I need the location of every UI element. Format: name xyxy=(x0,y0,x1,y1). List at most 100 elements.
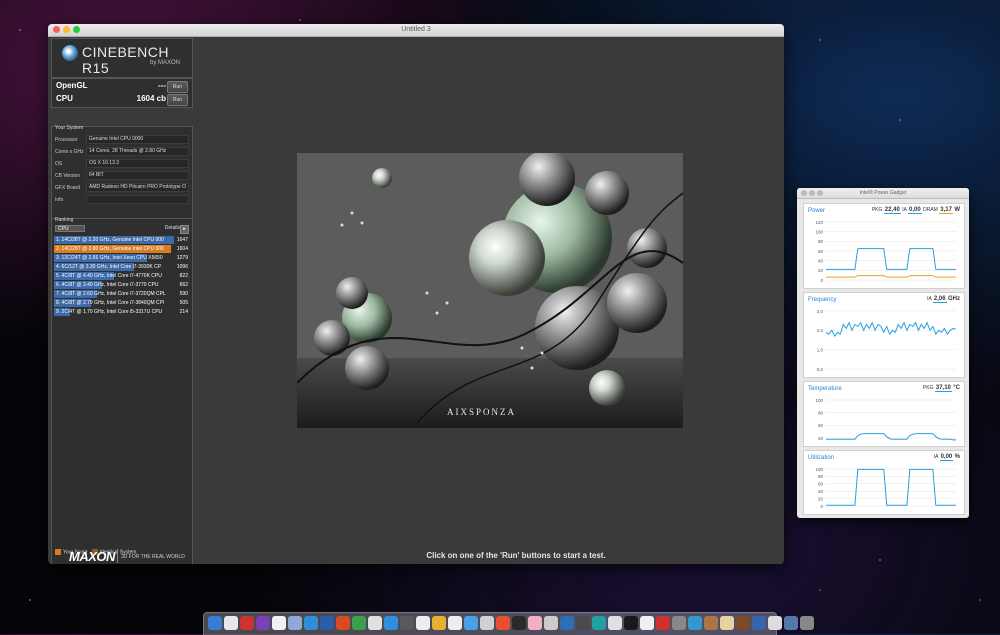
pg-unit: % xyxy=(954,454,960,460)
pg-tick-label: 100 xyxy=(815,229,823,234)
sys-key: CB Version xyxy=(55,173,81,179)
dock-app-icon[interactable] xyxy=(448,616,462,630)
pg-panel-temperature: Temperature PKG 37,10 °C 100 80 60 40 xyxy=(803,381,965,447)
opengl-label: OpenGL xyxy=(56,81,88,90)
opengl-test-row: OpenGL --- Run xyxy=(56,81,188,93)
pg-tick-label: 0,0 xyxy=(817,367,824,372)
sys-value: AMD Radeon HD Pitcairn PRO Prototype O xyxy=(86,183,189,192)
pg-tick-label: 3,0 xyxy=(817,309,824,314)
ranking-row[interactable]: 8. 4C/8T @ 2.79 GHz, Intel Core i7-3840Q… xyxy=(54,299,190,307)
ranking-score: 1647 xyxy=(176,237,188,243)
ranking-score: 1604 xyxy=(176,246,188,252)
dock-app-icon[interactable] xyxy=(576,616,590,630)
dock-app-icon[interactable] xyxy=(496,616,510,630)
pg-tick-label: 40 xyxy=(818,258,824,263)
sys-info-input[interactable] xyxy=(86,195,189,204)
details-toggle-button[interactable]: ▸ xyxy=(180,225,189,234)
ranking-cpu-label: 3. 12C/24T @ 2.66 GHz, Intel Xeon CPU X5… xyxy=(56,255,163,261)
dock-app-icon[interactable] xyxy=(560,616,574,630)
ranking-row[interactable]: 2. 14C/28T @ 2.80 GHz, Genuine Intel CPU… xyxy=(54,245,190,253)
dock-app-icon[interactable] xyxy=(752,616,766,630)
cpu-test-row: CPU 1604 cb Run xyxy=(56,94,188,106)
pg-panel-utilization: Utilization IA 0,00 % 100 80 60 40 20 0 xyxy=(803,450,965,515)
pg-series-line xyxy=(826,275,956,278)
dock-app-icon[interactable] xyxy=(480,616,494,630)
opengl-run-button[interactable]: Run xyxy=(167,81,188,93)
sys-key: GFX Board xyxy=(55,185,81,191)
ranking-score: 822 xyxy=(179,273,188,279)
sys-row-os: OS OS X 10.13.3 xyxy=(55,159,189,168)
pg-tick-label: 120 xyxy=(815,220,823,225)
dock-app-icon[interactable] xyxy=(688,616,702,630)
dock-app-icon[interactable] xyxy=(768,616,782,630)
pg-unit: W xyxy=(954,207,960,213)
dock-app-icon[interactable] xyxy=(592,616,606,630)
dock-app-icon[interactable] xyxy=(528,616,542,630)
sys-row-cores: Cores x GHz 14 Cores, 28 Threads @ 2.80 … xyxy=(55,147,189,156)
dock-app-icon[interactable] xyxy=(400,616,414,630)
test-scores-panel: OpenGL --- Run CPU 1604 cb Run xyxy=(51,78,193,108)
dock-app-icon[interactable] xyxy=(608,616,622,630)
dock-app-icon[interactable] xyxy=(304,616,318,630)
ranking-score: 214 xyxy=(179,309,188,315)
dock-app-icon[interactable] xyxy=(784,616,798,630)
dock-app-icon[interactable] xyxy=(336,616,350,630)
ranking-row[interactable]: 4. 6C/12T @ 3.30 GHz, Intel Core i7-3930… xyxy=(54,263,190,271)
dock-app-icon[interactable] xyxy=(256,616,270,630)
details-label: Details xyxy=(164,225,180,231)
dock-app-icon[interactable] xyxy=(656,616,670,630)
dock-app-icon[interactable] xyxy=(320,616,334,630)
pg-series-line xyxy=(826,468,956,506)
dock-app-icon[interactable] xyxy=(704,616,718,630)
pg-readouts: IA 0,00 % xyxy=(934,454,960,461)
ranking-type-select[interactable]: CPU xyxy=(55,225,85,232)
cpu-run-button[interactable]: Run xyxy=(167,94,188,106)
dock-app-icon[interactable] xyxy=(224,616,238,630)
dock-app-icon[interactable] xyxy=(352,616,366,630)
your-system-panel: Your System Processor Genuine Intel CPU … xyxy=(51,125,193,228)
ranking-row[interactable]: 5. 4C/8T @ 4.40 GHz, Intel Core i7-4770K… xyxy=(54,272,190,280)
ranking-score: 590 xyxy=(179,291,188,297)
pg-readout-label: DRAM xyxy=(923,207,940,213)
dock-app-icon[interactable] xyxy=(288,616,302,630)
cinebench-logo: CINEBENCH R15 by MAXON xyxy=(51,38,193,78)
dock-app-icon[interactable] xyxy=(240,616,254,630)
pg-readouts: PKG 37,10 °C xyxy=(923,385,960,392)
ranking-cpu-label: 8. 4C/8T @ 2.79 GHz, Intel Core i7-3840Q… xyxy=(56,300,165,306)
dock-app-icon[interactable] xyxy=(208,616,222,630)
pg-series-line xyxy=(826,248,956,270)
dock-app-icon[interactable] xyxy=(464,616,478,630)
pg-series-line xyxy=(825,321,957,338)
sys-key: OS xyxy=(55,161,63,167)
ranking-row[interactable]: 9. 2C/4T @ 1.70 GHz, Intel Core i5-3317U… xyxy=(54,308,190,316)
dock-app-icon[interactable] xyxy=(640,616,654,630)
maxon-tagline: 3D FOR THE REAL WORLD xyxy=(121,554,185,560)
dock-app-icon[interactable] xyxy=(368,616,382,630)
ranking-row[interactable]: 6. 4C/8T @ 3.40 GHz, Intel Core i7-3770 … xyxy=(54,281,190,289)
dock-app-icon[interactable] xyxy=(512,616,526,630)
dock-app-icon[interactable] xyxy=(544,616,558,630)
dock-app-icon[interactable] xyxy=(624,616,638,630)
dock-app-icon[interactable] xyxy=(800,616,814,630)
cinebench-titlebar[interactable]: Untitled 3 xyxy=(48,24,784,37)
dock-app-icon[interactable] xyxy=(384,616,398,630)
sys-key: Info xyxy=(55,197,64,203)
dock-app-icon[interactable] xyxy=(736,616,750,630)
ranking-row[interactable]: 7. 4C/8T @ 2.60 GHz, Intel Core i7-3720Q… xyxy=(54,290,190,298)
ranking-row[interactable]: 1. 14C/28T @ 2.20 GHz, Genuine Intel CPU… xyxy=(54,236,190,244)
dock-app-icon[interactable] xyxy=(272,616,286,630)
dock-app-icon[interactable] xyxy=(720,616,734,630)
dock-app-icon[interactable] xyxy=(672,616,686,630)
pg-readout-value: 37,10 xyxy=(934,385,952,392)
dock-app-icon[interactable] xyxy=(432,616,446,630)
cinebench-logo-icon xyxy=(62,45,78,61)
ranking-score: 662 xyxy=(179,282,188,288)
power-gadget-titlebar[interactable]: Intel® Power Gadget xyxy=(797,188,969,199)
ranking-row[interactable]: 3. 12C/24T @ 2.66 GHz, Intel Xeon CPU X5… xyxy=(54,254,190,262)
pg-unit: GHz xyxy=(948,296,960,302)
ranking-cpu-label: 9. 2C/4T @ 1.70 GHz, Intel Core i5-3317U… xyxy=(56,309,163,315)
pg-panel-title: Utilization xyxy=(808,455,835,461)
pg-readout-value: 22,40 xyxy=(883,207,901,214)
macos-dock xyxy=(203,612,814,635)
dock-app-icon[interactable] xyxy=(416,616,430,630)
